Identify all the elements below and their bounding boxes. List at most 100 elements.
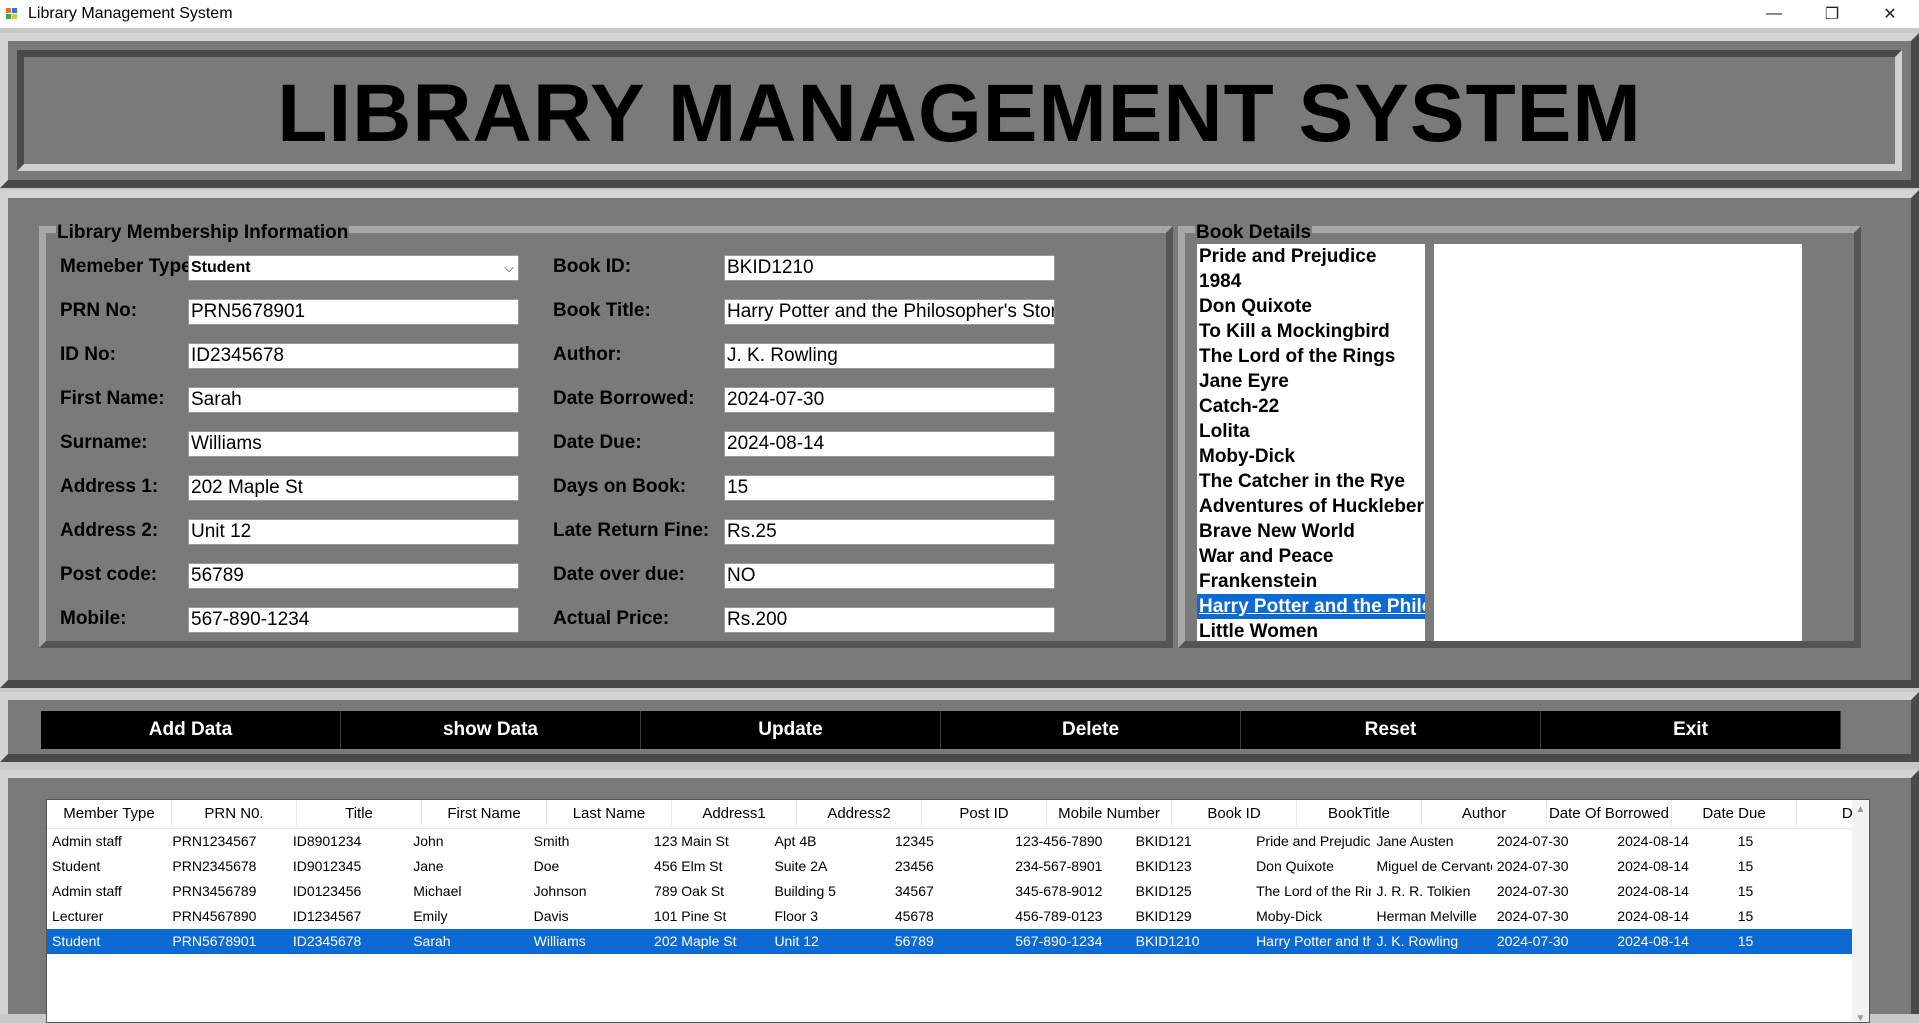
book-id-input[interactable]: BKID1210 xyxy=(724,255,1055,281)
days-on-book-input[interactable]: 15 xyxy=(724,475,1055,501)
table-cell: 15 xyxy=(1737,858,1754,874)
show-data-button[interactable]: show Data xyxy=(341,711,641,749)
address2-input[interactable]: Unit 12 xyxy=(188,519,519,545)
book-list-item[interactable]: Moby-Dick xyxy=(1197,444,1425,469)
table-cell: 34567 xyxy=(894,883,934,899)
maximize-button[interactable]: ❐ xyxy=(1803,0,1861,28)
column-header[interactable]: Mobile Number xyxy=(1047,800,1172,828)
late-fine-label: Late Return Fine: xyxy=(553,520,710,541)
table-cell: Jane Austen xyxy=(1376,833,1454,849)
book-list-item[interactable]: Lolita xyxy=(1197,419,1425,444)
column-header[interactable]: Last Name xyxy=(547,800,672,828)
close-button[interactable]: ✕ xyxy=(1861,0,1919,28)
chevron-down-icon[interactable]: ⌵ xyxy=(504,256,514,280)
book-details-text[interactable] xyxy=(1434,244,1802,641)
table-cell: Pride and Prejudice xyxy=(1256,833,1372,849)
table-row[interactable]: Lecturer PRN4567890 ID1234567 Emily Davis 101… xyxy=(47,904,1853,929)
window-title: Library Management System xyxy=(28,5,233,22)
column-header[interactable]: Title xyxy=(297,800,422,828)
member-type-select[interactable]: Student ⌵ xyxy=(188,255,519,281)
date-due-input[interactable]: 2024-08-14 xyxy=(724,431,1055,457)
scroll-up-icon[interactable]: ▲ xyxy=(1852,804,1869,815)
column-header[interactable]: Member Type xyxy=(47,800,172,828)
update-button[interactable]: Update xyxy=(641,711,941,749)
date-due-label: Date Due: xyxy=(553,432,642,453)
column-header[interactable]: Author xyxy=(1422,800,1547,828)
book-title-label: Book Title: xyxy=(553,300,651,321)
book-list-item[interactable]: Frankenstein xyxy=(1197,569,1425,594)
actual-price-input[interactable]: Rs.200 xyxy=(724,607,1055,633)
column-header[interactable]: Post ID xyxy=(922,800,1047,828)
surname-input[interactable]: Williams xyxy=(188,431,519,457)
table-cell: 2024-07-30 xyxy=(1496,933,1569,949)
book-list-item[interactable]: Brave New World xyxy=(1197,519,1425,544)
book-list-item[interactable]: To Kill a Mockingbird xyxy=(1197,319,1425,344)
records-table[interactable]: Member Type PRN N0. Title First Name Last Na… xyxy=(46,799,1870,1023)
book-list-item[interactable]: Pride and Prejudice xyxy=(1197,244,1425,269)
book-list-item[interactable]: Catch-22 xyxy=(1197,394,1425,419)
address1-input[interactable]: 202 Maple St xyxy=(188,475,519,501)
column-header[interactable]: PRN N0. xyxy=(172,800,297,828)
table-vscrollbar[interactable]: ▲ ▼ xyxy=(1852,800,1869,1022)
reset-button[interactable]: Reset xyxy=(1241,711,1541,749)
column-header[interactable]: Date Of Borrowed xyxy=(1547,800,1672,828)
table-cell: 56789 xyxy=(894,933,934,949)
mobile-input[interactable]: 567-890-1234 xyxy=(188,607,519,633)
prn-input[interactable]: PRN5678901 xyxy=(188,299,519,325)
table-cell: 2024-08-14 xyxy=(1617,833,1689,849)
table-cell: The Lord of the Rings xyxy=(1256,883,1371,899)
table-cell: 15 xyxy=(1737,933,1754,949)
table-cell: J. K. Rowling xyxy=(1376,933,1459,949)
author-label: Author: xyxy=(553,344,622,365)
book-list-item[interactable]: War and Peace xyxy=(1197,544,1425,569)
book-list-item[interactable]: 1984 xyxy=(1197,269,1425,294)
info-frame: Library Membership Information Memeber T… xyxy=(0,190,1919,688)
column-header[interactable]: BookTitle xyxy=(1297,800,1422,828)
mobile-label: Mobile: xyxy=(60,608,127,629)
book-listbox[interactable]: Pride and Prejudice 1984 Don Quixote To Kil… xyxy=(1197,244,1425,641)
delete-button[interactable]: Delete xyxy=(941,711,1241,749)
button-bar: Add Data show Data Update Delete Reset Exit xyxy=(41,711,1847,749)
book-list-item[interactable]: Jane Eyre xyxy=(1197,369,1425,394)
table-row[interactable]: Admin staff PRN3456789 ID0123456 Michael Joh… xyxy=(47,879,1853,904)
table-cell: 2024-08-14 xyxy=(1617,858,1689,874)
author-input[interactable]: J. K. Rowling xyxy=(724,343,1055,369)
postcode-input[interactable]: 56789 xyxy=(188,563,519,589)
column-header[interactable]: Book ID xyxy=(1172,800,1297,828)
book-list-item[interactable]: Adventures of Huckleberry Finn xyxy=(1197,494,1425,519)
table-row[interactable]: Admin staff PRN1234567 ID8901234 John Smith 1… xyxy=(47,829,1853,854)
scroll-down-icon[interactable]: ▼ xyxy=(1852,1013,1869,1022)
table-cell: 345-678-9012 xyxy=(1015,883,1103,899)
column-header[interactable]: Address2 xyxy=(797,800,922,828)
late-fine-input[interactable]: Rs.25 xyxy=(724,519,1055,545)
column-header[interactable]: First Name xyxy=(422,800,547,828)
id-label: ID No: xyxy=(60,344,116,365)
table-cell: 2024-07-30 xyxy=(1496,908,1569,924)
date-overdue-input[interactable]: NO xyxy=(724,563,1055,589)
book-list-item[interactable]: Don Quixote xyxy=(1197,294,1425,319)
table-cell: BKID129 xyxy=(1135,908,1192,924)
id-input[interactable]: ID2345678 xyxy=(188,343,519,369)
book-list-item[interactable]: The Lord of the Rings xyxy=(1197,344,1425,369)
minimize-button[interactable]: — xyxy=(1745,0,1803,28)
column-header[interactable]: Date Due xyxy=(1672,800,1797,828)
book-list-item[interactable]: Harry Potter and the Philosopher's Stone xyxy=(1197,594,1425,619)
add-data-button[interactable]: Add Data xyxy=(41,711,341,749)
table-cell: 2024-07-30 xyxy=(1496,858,1569,874)
exit-button[interactable]: Exit xyxy=(1541,711,1841,749)
table-cell: PRN3456789 xyxy=(172,883,257,899)
table-cell: ID1234567 xyxy=(292,908,362,924)
table-cell: BKID1210 xyxy=(1135,933,1200,949)
table-row[interactable]: Student PRN5678901 ID2345678 Sarah Williams 2… xyxy=(47,929,1853,954)
table-row[interactable]: Student PRN2345678 ID9012345 Jane Doe 456 Elm… xyxy=(47,854,1853,879)
table-cell: BKID123 xyxy=(1135,858,1192,874)
book-title-input[interactable]: Harry Potter and the Philosopher's Stone xyxy=(724,299,1055,325)
table-cell: 2024-08-14 xyxy=(1617,908,1689,924)
book-list-item[interactable]: The Catcher in the Rye xyxy=(1197,469,1425,494)
column-header[interactable]: Address1 xyxy=(672,800,797,828)
book-list-item[interactable]: Little Women xyxy=(1197,619,1425,641)
table-cell: 45678 xyxy=(894,908,934,924)
first-name-input[interactable]: Sarah xyxy=(188,387,519,413)
table-cell: 12345 xyxy=(894,833,934,849)
date-borrowed-input[interactable]: 2024-07-30 xyxy=(724,387,1055,413)
